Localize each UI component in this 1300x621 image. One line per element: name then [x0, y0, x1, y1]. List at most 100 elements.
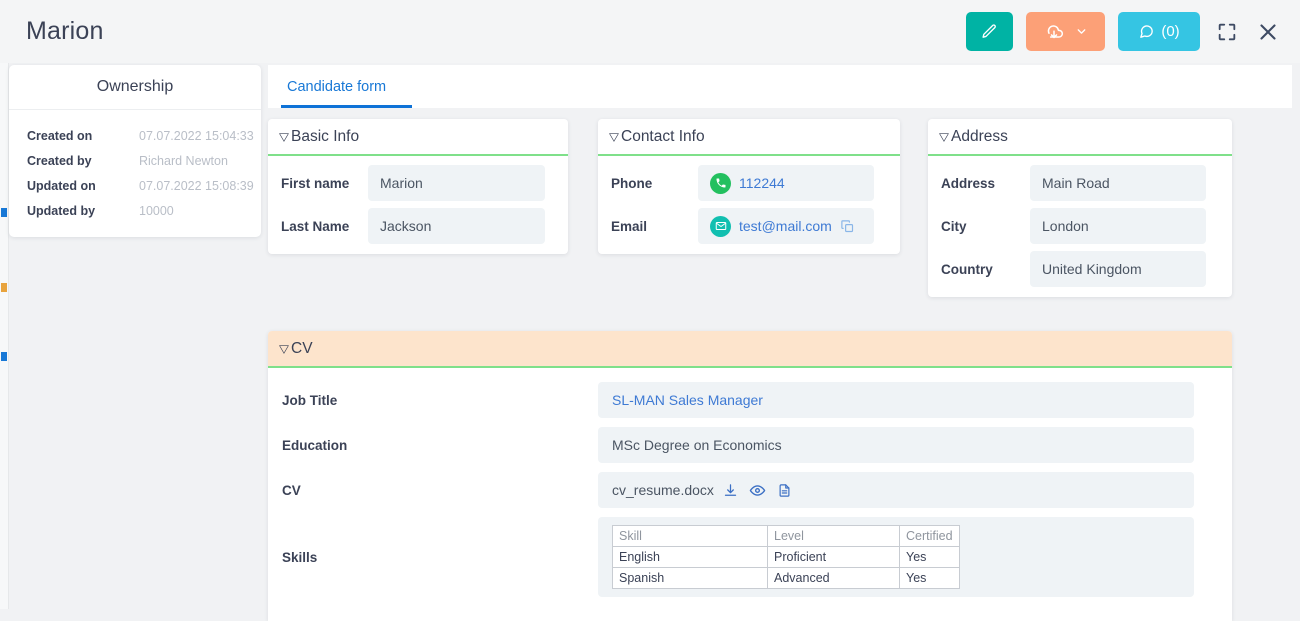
contact-info-card: ▽ Contact Info Phone 112244 Email test@m…	[598, 119, 900, 254]
ownership-label: Created on	[27, 128, 93, 143]
field-label: Last Name	[281, 218, 350, 234]
ownership-label: Updated on	[27, 178, 96, 193]
document-icon[interactable]	[777, 483, 792, 498]
skills-table: Skill Level Certified English Proficient…	[612, 525, 960, 589]
cloud-download-icon	[1047, 24, 1063, 38]
copy-glyph	[841, 219, 853, 232]
cell-skill: Spanish	[612, 567, 768, 589]
edit-button[interactable]	[966, 12, 1013, 51]
notes-button[interactable]: (0)	[1118, 12, 1200, 51]
first-name-input[interactable]: Marion	[368, 165, 545, 201]
collapsed-sidebar-rail[interactable]	[0, 0, 9, 609]
envelope-glyph	[715, 222, 726, 230]
table-header-row: Skill Level Certified	[612, 525, 960, 547]
field-city: City London	[928, 208, 1232, 244]
email-field[interactable]: test@mail.com	[698, 208, 874, 244]
ownership-value: 07.07.2022 15:08:39	[139, 178, 254, 193]
page-title: Marion	[26, 17, 104, 45]
fullscreen-icon	[1218, 23, 1236, 40]
cv-label: Job Title	[282, 392, 338, 408]
skills-field: Skill Level Certified English Proficient…	[598, 517, 1194, 597]
cv-file-name: cv_resume.docx	[612, 482, 714, 498]
phone-glyph	[716, 178, 725, 188]
basic-info-body: First name Marion Last Name Jackson	[268, 156, 568, 254]
download-glyph	[724, 483, 737, 496]
close-icon	[1260, 23, 1276, 40]
ownership-panel: Ownership Created on 07.07.2022 15:04:33…	[9, 65, 261, 237]
table-row: English Proficient Yes	[612, 546, 960, 568]
phone-value[interactable]: 112244	[739, 175, 785, 191]
collapse-caret-icon[interactable]: ▽	[939, 130, 949, 144]
cv-file-field[interactable]: cv_resume.docx	[598, 472, 1194, 508]
fullscreen-button[interactable]	[1213, 18, 1241, 46]
field-email: Email test@mail.com	[598, 208, 900, 244]
notes-count: (0)	[1161, 23, 1180, 40]
cv-row-education: Education MSc Degree on Economics	[268, 427, 1232, 463]
basic-info-header[interactable]: ▽ Basic Info	[268, 119, 568, 156]
collapse-caret-icon[interactable]: ▽	[279, 342, 289, 356]
address-header[interactable]: ▽ Address	[928, 119, 1232, 156]
city-input[interactable]: London	[1030, 208, 1206, 244]
table-row: Spanish Advanced Yes	[612, 567, 960, 589]
cv-row-job-title: Job Title SL-MAN Sales Manager	[268, 382, 1232, 418]
eye-glyph	[749, 484, 766, 496]
phone-field[interactable]: 112244	[698, 165, 874, 201]
address-body: Address Main Road City London Country Un…	[928, 156, 1232, 297]
country-input[interactable]: United Kingdom	[1030, 251, 1206, 287]
cv-file-actions	[723, 482, 792, 499]
email-value[interactable]: test@mail.com	[739, 218, 832, 234]
close-button[interactable]	[1254, 18, 1282, 46]
ownership-row: Created on 07.07.2022 15:04:33	[9, 123, 261, 148]
cv-row-skills: Skills Skill Level Certified English Pro…	[268, 517, 1232, 597]
phone-icon	[710, 172, 731, 194]
address-title: Address	[951, 127, 1008, 145]
contact-info-body: Phone 112244 Email test@mail.com	[598, 156, 900, 254]
field-label: Phone	[611, 175, 653, 191]
ownership-label: Created by	[27, 153, 92, 168]
rail-mark-3	[1, 352, 7, 361]
tab-candidate-form[interactable]: Candidate form	[281, 65, 392, 108]
ownership-row: Updated on 07.07.2022 15:08:39	[9, 173, 261, 198]
cv-label: CV	[282, 482, 301, 498]
cell-certified: Yes	[899, 567, 960, 589]
tab-active-indicator	[281, 105, 412, 108]
chevron-down-icon[interactable]	[1075, 25, 1088, 38]
cv-card: ▽ CV Job Title SL-MAN Sales Manager Educ…	[268, 331, 1232, 621]
window-header: Marion (0)	[0, 0, 1300, 63]
cell-certified: Yes	[899, 546, 960, 568]
eye-icon[interactable]	[749, 482, 766, 499]
job-title-value[interactable]: SL-MAN Sales Manager	[612, 392, 763, 408]
copy-icon[interactable]	[840, 219, 855, 234]
ownership-row: Created by Richard Newton	[9, 148, 261, 173]
contact-info-header[interactable]: ▽ Contact Info	[598, 119, 900, 156]
last-name-input[interactable]: Jackson	[368, 208, 545, 244]
collapse-caret-icon[interactable]: ▽	[279, 130, 289, 144]
education-field[interactable]: MSc Degree on Economics	[598, 427, 1194, 463]
download-button[interactable]	[1026, 12, 1105, 51]
document-glyph	[779, 483, 790, 497]
header-actions: (0)	[966, 12, 1282, 51]
cv-body: Job Title SL-MAN Sales Manager Education…	[268, 368, 1232, 597]
field-phone: Phone 112244	[598, 165, 900, 201]
cv-label: Education	[282, 437, 348, 453]
comment-icon	[1140, 25, 1154, 38]
download-icon[interactable]	[723, 483, 738, 498]
field-last-name: Last Name Jackson	[268, 208, 568, 244]
column-header-skill: Skill	[612, 525, 768, 547]
basic-info-card: ▽ Basic Info First name Marion Last Name…	[268, 119, 568, 254]
ownership-value: 07.07.2022 15:04:33	[139, 128, 254, 143]
address-card: ▽ Address Address Main Road City London …	[928, 119, 1232, 297]
collapse-caret-icon[interactable]: ▽	[609, 130, 619, 144]
job-title-field[interactable]: SL-MAN Sales Manager	[598, 382, 1194, 418]
field-first-name: First name Marion	[268, 165, 568, 201]
cv-label: Skills	[282, 549, 318, 565]
envelope-icon	[710, 215, 731, 237]
column-header-certified: Certified	[899, 525, 960, 547]
cell-level: Proficient	[767, 546, 900, 568]
cell-level: Advanced	[767, 567, 900, 589]
ownership-rows: Created on 07.07.2022 15:04:33 Created b…	[9, 110, 261, 237]
field-label: Address	[941, 175, 996, 191]
ownership-title: Ownership	[9, 65, 261, 110]
cv-header[interactable]: ▽ CV	[268, 331, 1232, 368]
address-input[interactable]: Main Road	[1030, 165, 1206, 201]
